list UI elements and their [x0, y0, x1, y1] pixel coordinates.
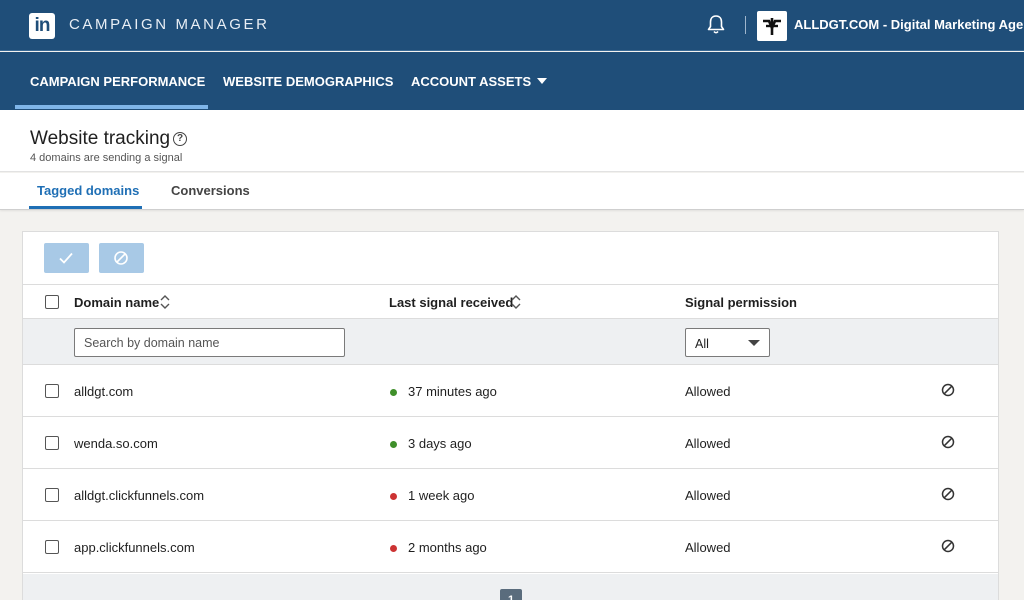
column-domain-name[interactable]: Domain name	[74, 295, 159, 310]
signal-permission: Allowed	[685, 384, 731, 399]
table-row: alldgt.clickfunnels.com 1 week ago Allow…	[23, 469, 998, 521]
last-signal: 37 minutes ago	[408, 384, 497, 399]
page-header: Website tracking ? 4 domains are sending…	[0, 110, 1024, 172]
domain-name: alldgt.com	[74, 384, 134, 399]
page-number-button[interactable]: 1	[500, 589, 522, 600]
domain-search-input[interactable]	[74, 328, 345, 357]
active-nav-indicator	[15, 105, 208, 109]
block-domain-icon[interactable]	[941, 435, 955, 449]
notifications-bell-icon[interactable]	[706, 14, 726, 36]
signal-permission: Allowed	[685, 488, 731, 503]
row-checkbox[interactable]	[45, 384, 59, 398]
block-domain-icon[interactable]	[941, 487, 955, 501]
filter-row: All	[23, 319, 998, 365]
help-icon[interactable]: ?	[173, 132, 187, 146]
signal-permission: Allowed	[685, 436, 731, 451]
sort-last-signal-icon[interactable]	[510, 294, 522, 310]
table-header: Domain name Last signal received Signal …	[23, 284, 998, 319]
page-subtitle: 4 domains are sending a signal	[30, 152, 183, 164]
row-checkbox[interactable]	[45, 436, 59, 450]
last-signal: 3 days ago	[408, 436, 472, 451]
pagination-bar: 1	[23, 574, 998, 600]
row-checkbox[interactable]	[45, 540, 59, 554]
column-last-signal[interactable]: Last signal received	[389, 295, 513, 310]
permission-filter-value: All	[695, 337, 709, 351]
header-divider	[745, 16, 746, 34]
table-row: wenda.so.com 3 days ago Allowed	[23, 417, 998, 469]
table-row: alldgt.com 37 minutes ago Allowed	[23, 365, 998, 417]
tab-conversions[interactable]: Conversions	[171, 183, 250, 198]
nav-account-assets[interactable]: ACCOUNT ASSETS	[411, 74, 548, 89]
status-dot-red	[390, 493, 397, 500]
select-all-checkbox[interactable]	[45, 295, 59, 309]
column-signal-permission: Signal permission	[685, 295, 797, 310]
nav-account-assets-label: ACCOUNT ASSETS	[411, 74, 532, 89]
block-button[interactable]	[99, 243, 144, 273]
domains-card: Domain name Last signal received Signal …	[22, 231, 999, 600]
row-checkbox[interactable]	[45, 488, 59, 502]
domain-name: app.clickfunnels.com	[74, 540, 195, 555]
page-title: Website tracking	[30, 128, 171, 149]
tab-tagged-domains[interactable]: Tagged domains	[37, 183, 139, 198]
block-domain-icon[interactable]	[941, 539, 955, 553]
app-title: CAMPAIGN MANAGER	[69, 16, 270, 33]
status-dot-green	[390, 441, 397, 448]
account-name[interactable]: ALLDGT.COM - Digital Marketing Agency	[794, 17, 1024, 32]
linkedin-logo-icon[interactable]: in	[29, 13, 55, 39]
permission-filter-select[interactable]: All	[685, 328, 770, 357]
tab-bar: Tagged domains Conversions	[0, 173, 1024, 210]
last-signal: 1 week ago	[408, 488, 475, 503]
domain-name: wenda.so.com	[74, 436, 158, 451]
signal-permission: Allowed	[685, 540, 731, 555]
dropdown-caret-icon	[748, 340, 760, 346]
table-row: app.clickfunnels.com 2 months ago Allowe…	[23, 521, 998, 573]
active-tab-indicator	[29, 206, 142, 209]
top-header: in CAMPAIGN MANAGER ALLDGT.COM - Digital…	[0, 0, 1024, 51]
nav-campaign-performance[interactable]: CAMPAIGN PERFORMANCE	[30, 74, 205, 89]
block-domain-icon[interactable]	[941, 383, 955, 397]
sort-domain-icon[interactable]	[159, 294, 171, 310]
checkmark-icon	[59, 252, 73, 264]
chevron-down-icon	[537, 78, 548, 84]
status-dot-red	[390, 545, 397, 552]
main-nav: CAMPAIGN PERFORMANCE WEBSITE DEMOGRAPHIC…	[0, 52, 1024, 110]
domain-name: alldgt.clickfunnels.com	[74, 488, 205, 503]
account-logo-icon[interactable]	[757, 11, 787, 41]
last-signal: 2 months ago	[408, 540, 487, 555]
allow-button[interactable]	[44, 243, 89, 273]
status-dot-green	[390, 389, 397, 396]
block-icon	[114, 251, 128, 265]
nav-website-demographics[interactable]: WEBSITE DEMOGRAPHICS	[223, 74, 393, 89]
